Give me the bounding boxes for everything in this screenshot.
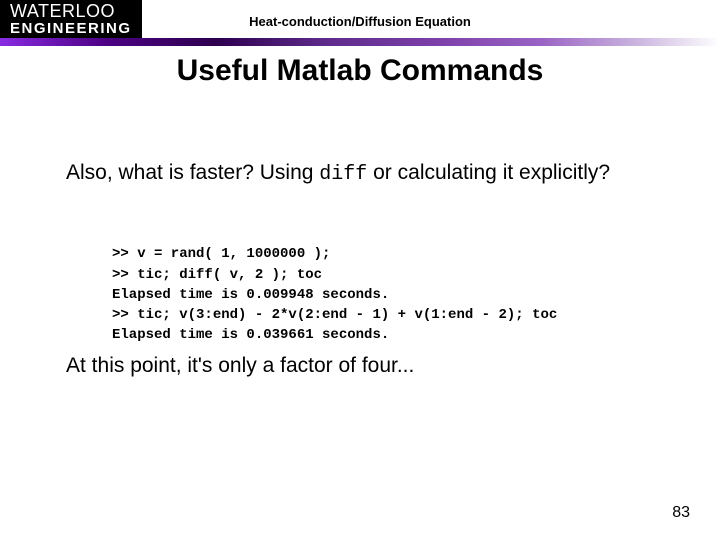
code-line: Elapsed time is 0.009948 seconds.: [112, 287, 389, 303]
decorative-stripe: [0, 38, 720, 46]
slide: WATERLOO ENGINEERING Heat-conduction/Dif…: [0, 0, 720, 540]
intro-suffix: or calculating it explicitly?: [367, 161, 610, 184]
intro-inline-code: diff: [319, 163, 367, 186]
header-band: WATERLOO ENGINEERING Heat-conduction/Dif…: [0, 0, 720, 46]
page-number: 83: [672, 504, 690, 522]
intro-prefix: Also, what is faster? Using: [66, 161, 319, 184]
slide-title: Useful Matlab Commands: [0, 54, 720, 88]
intro-paragraph: Also, what is faster? Using diff or calc…: [66, 160, 660, 187]
code-line: >> tic; v(3:end) - 2*v(2:end - 1) + v(1:…: [112, 307, 557, 323]
code-line: >> v = rand( 1, 1000000 );: [112, 246, 330, 262]
code-line: Elapsed time is 0.039661 seconds.: [112, 327, 389, 343]
topic-label: Heat-conduction/Diffusion Equation: [0, 14, 720, 29]
code-line: >> tic; diff( v, 2 ); toc: [112, 267, 322, 283]
conclusion-paragraph: At this point, it's only a factor of fou…: [66, 354, 660, 378]
code-block: >> v = rand( 1, 1000000 ); >> tic; diff(…: [112, 224, 680, 346]
